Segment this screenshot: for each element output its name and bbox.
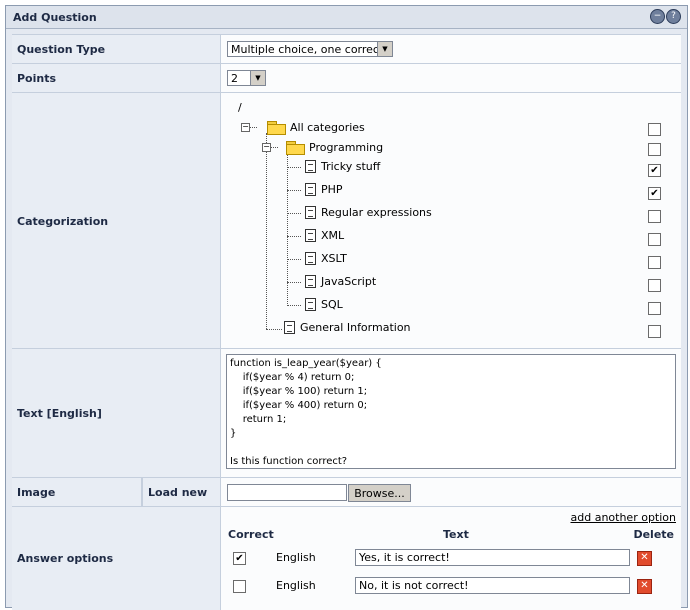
categorization-row: Categorization / − − All categories Prog… (12, 92, 681, 349)
delete-icon[interactable]: ✕ (637, 551, 652, 566)
text-row: Text [English] function is_leap_year($ye… (12, 348, 681, 478)
category-checkbox-programming[interactable] (648, 143, 661, 156)
tree-item-xml[interactable]: XML (305, 229, 344, 242)
chevron-down-icon: ▼ (250, 71, 265, 85)
tree-item-sql[interactable]: SQL (305, 298, 343, 311)
question-type-select[interactable]: Multiple choice, one correct ▼ (227, 41, 393, 57)
tree-item-programming[interactable]: Programming (286, 141, 383, 155)
categorization-label: Categorization (12, 93, 221, 349)
delete-icon[interactable]: ✕ (637, 579, 652, 594)
points-label: Points (12, 64, 221, 93)
load-new-label: Load new (142, 478, 221, 507)
answer-correct-checkbox[interactable] (233, 580, 246, 593)
tree-item-tricky-stuff[interactable]: Tricky stuff (305, 160, 380, 173)
points-row: Points 2 ▼ (12, 63, 681, 93)
collapse-toggle-icon[interactable]: − (262, 143, 271, 152)
help-icon[interactable]: ? (666, 9, 681, 24)
window-titlebar: Add Question (6, 6, 687, 29)
answer-text-input[interactable]: No, it is not correct! (355, 577, 630, 594)
answer-options-row: Answer options add another option Correc… (12, 506, 681, 610)
tree-item-regular-expressions[interactable]: Regular expressions (305, 206, 432, 219)
image-row: Image Load new Browse... (12, 477, 681, 507)
image-label: Image (12, 478, 142, 507)
category-checkbox-all-categories[interactable] (648, 123, 661, 136)
add-question-window: Add Question − ? Question Type Multiple … (5, 5, 688, 610)
delete-column-header: Delete (633, 528, 674, 541)
category-checkbox-regular-expressions[interactable] (648, 210, 661, 223)
category-checkbox-php[interactable]: ✔ (648, 187, 661, 200)
tree-item-javascript[interactable]: JavaScript (305, 275, 376, 288)
text-column-header: Text (443, 528, 469, 541)
category-checkbox-general-information[interactable] (648, 325, 661, 338)
category-tree: / − − All categories Programming Tricky … (221, 93, 681, 349)
document-icon (305, 275, 316, 288)
category-checkbox-sql[interactable] (648, 302, 661, 315)
points-select[interactable]: 2 ▼ (227, 70, 266, 86)
category-checkbox-javascript[interactable] (648, 279, 661, 292)
window-controls: − ? (650, 9, 681, 24)
question-text-area[interactable]: function is_leap_year($year) { if($year … (226, 354, 676, 469)
category-checkbox-xslt[interactable] (648, 256, 661, 269)
document-icon (305, 206, 316, 219)
document-icon (305, 160, 316, 173)
document-icon (305, 183, 316, 196)
answer-correct-checkbox[interactable]: ✔ (233, 552, 246, 565)
chevron-down-icon: ▼ (377, 42, 392, 56)
browse-button[interactable]: Browse... (348, 484, 411, 502)
tree-root: / (238, 101, 242, 114)
folder-icon (267, 121, 286, 135)
question-type-label: Question Type (12, 35, 221, 64)
add-another-option-link[interactable]: add another option (571, 511, 677, 524)
image-file-input[interactable] (227, 484, 347, 501)
category-checkbox-tricky-stuff[interactable]: ✔ (648, 164, 661, 177)
tree-item-all-categories[interactable]: All categories (267, 121, 365, 135)
correct-column-header: Correct (228, 528, 274, 541)
collapse-toggle-icon[interactable]: − (241, 123, 250, 132)
category-checkbox-xml[interactable] (648, 233, 661, 246)
collapse-icon[interactable]: − (650, 9, 665, 24)
document-icon (284, 321, 295, 334)
answer-language: English (276, 551, 316, 564)
folder-icon (286, 141, 305, 155)
text-label: Text [English] (12, 349, 221, 478)
tree-item-php[interactable]: PHP (305, 183, 343, 196)
answer-text-input[interactable]: Yes, it is correct! (355, 549, 630, 566)
document-icon (305, 298, 316, 311)
tree-item-general-information[interactable]: General Information (284, 321, 411, 334)
document-icon (305, 252, 316, 265)
question-type-row: Question Type Multiple choice, one corre… (12, 34, 681, 64)
window-title: Add Question (13, 10, 97, 24)
document-icon (305, 229, 316, 242)
answer-options-label: Answer options (12, 507, 221, 610)
tree-item-xslt[interactable]: XSLT (305, 252, 347, 265)
answer-language: English (276, 579, 316, 592)
